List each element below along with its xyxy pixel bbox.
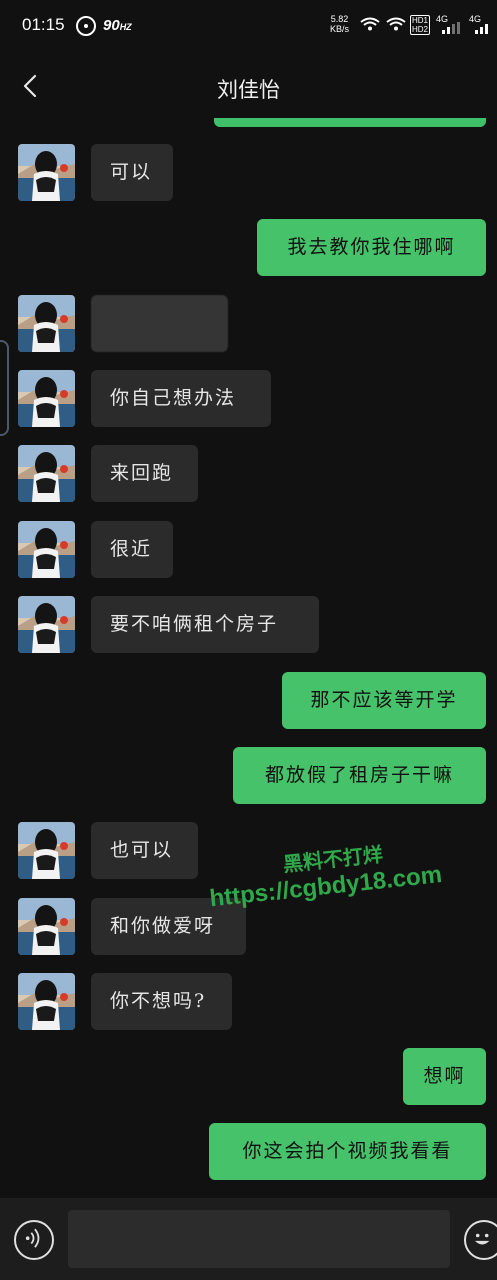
incoming-message-bubble[interactable]: 可以 — [91, 144, 173, 201]
outgoing-message-bubble[interactable]: 想啊 — [403, 1048, 486, 1105]
refresh-rate: 90HZ — [103, 17, 132, 34]
refresh-rate-unit: HZ — [119, 22, 132, 32]
incoming-message-bubble[interactable]: 要不咱俩租个房子 — [91, 596, 319, 653]
status-bar: 01:15 90HZ 5.82 KB/s HD1 HD2 4G 4G — [0, 0, 497, 52]
contact-avatar[interactable] — [18, 295, 75, 352]
avatar-image — [18, 521, 75, 578]
input-bar — [0, 1198, 497, 1280]
chat-header: 刘佳怡 — [0, 52, 497, 122]
incoming-message-bubble[interactable]: 你不想吗? — [91, 973, 232, 1030]
contact-avatar[interactable] — [18, 822, 75, 879]
avatar-image — [18, 898, 75, 955]
hd-badge-1: HD1 — [412, 16, 429, 25]
side-drawer-handle[interactable] — [0, 340, 9, 436]
avatar-image — [18, 370, 75, 427]
signal-1-icon: 4G — [436, 14, 460, 34]
outgoing-message-bubble[interactable]: 我去教你我住哪啊 — [257, 219, 486, 276]
status-time: 01:15 — [22, 15, 65, 34]
hd-badge-2: HD2 — [412, 25, 429, 34]
chat-title: 刘佳怡 — [217, 78, 280, 102]
outgoing-message-bubble[interactable]: 你这会拍个视频我看看 — [209, 1123, 486, 1180]
refresh-rate-value: 90 — [103, 17, 120, 34]
message-input[interactable] — [68, 1210, 450, 1268]
avatar-image — [18, 144, 75, 201]
avatar-image — [18, 596, 75, 653]
signal-2-icon: 4G — [469, 14, 493, 34]
watermark: 黑料不打烊 https://cgbdy18.com — [192, 831, 457, 915]
net-speed-value: 5.82 — [330, 14, 349, 24]
wifi-icon — [360, 17, 380, 31]
contact-avatar[interactable] — [18, 144, 75, 201]
contact-avatar[interactable] — [18, 521, 75, 578]
outgoing-message-bubble[interactable]: 都放假了租房子干嘛 — [233, 747, 486, 804]
contact-avatar[interactable] — [18, 370, 75, 427]
wifi-calling-icon — [386, 17, 406, 31]
contact-avatar[interactable] — [18, 596, 75, 653]
outgoing-message-bubble[interactable]: 那不应该等开学 — [282, 672, 486, 729]
incoming-message-bubble[interactable]: 很近 — [91, 521, 173, 578]
voice-button[interactable] — [14, 1220, 54, 1260]
contact-avatar[interactable] — [18, 445, 75, 502]
previous-outgoing-bubble-edge — [214, 118, 486, 127]
net-speed: 5.82 KB/s — [330, 14, 349, 34]
net-speed-unit: KB/s — [330, 24, 350, 34]
avatar-image — [18, 822, 75, 879]
contact-avatar[interactable] — [18, 898, 75, 955]
fan-icon — [76, 16, 96, 36]
incoming-message-bubble[interactable]: 你自己想办法 — [91, 370, 271, 427]
incoming-message-bubble[interactable]: 来回跑 — [91, 445, 198, 502]
avatar-image — [18, 445, 75, 502]
avatar-image — [18, 295, 75, 352]
avatar-image — [18, 973, 75, 1030]
hd-badge: HD1 HD2 — [410, 15, 431, 35]
emoji-button[interactable] — [464, 1220, 497, 1260]
emoji-icon — [475, 1233, 490, 1245]
incoming-message-bubble[interactable] — [91, 295, 228, 352]
contact-avatar[interactable] — [18, 973, 75, 1030]
voice-icon — [25, 1228, 40, 1248]
incoming-message-bubble[interactable]: 也可以 — [91, 822, 198, 879]
